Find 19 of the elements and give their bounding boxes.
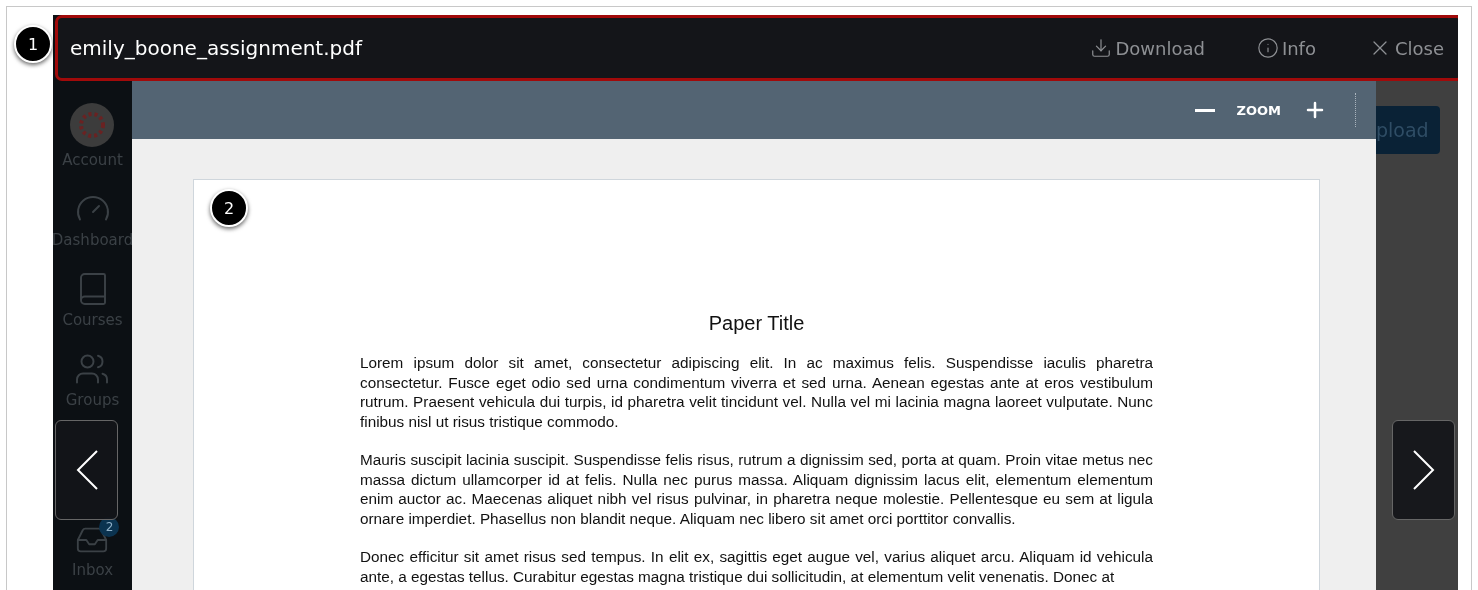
next-button[interactable] bbox=[1392, 420, 1455, 520]
zoom-label: ZOOM bbox=[1236, 102, 1281, 118]
document-paragraph: Lorem ipsum dolor sit amet, consectetur adipiscing elit. In ac maximus felis. Suspendisse iaculis pharetra consectetur. Fusce eget odio sed urna condimentum viverra et sed urna. Aenean egestas ante at eros vestibulum rutrum. Praesent vehicula dui turpis, id pharetra velit tincidunt vel. Nulla vel mi lacinia magna laoreet vulputate. Nunc finibus nisl ut risus tristique commodo. bbox=[360, 353, 1153, 431]
callout-number: 1 bbox=[14, 25, 52, 63]
minus-icon bbox=[1194, 108, 1215, 112]
download-button[interactable]: Download bbox=[1090, 37, 1205, 59]
chevron-right-icon bbox=[1412, 450, 1435, 490]
document-paragraph: Donec efficitur sit amet risus sed tempus. In elit ex, sagittis eget augue vel, varius aliquet arcu. Aliquam id vehicula ante, a egestas tellus. Curabitur egestas magna tristique dui sollicitudin, at elementum velit venenatis. Donec at bbox=[360, 547, 1153, 586]
zoom-out-button[interactable] bbox=[1194, 108, 1215, 112]
download-icon bbox=[1090, 37, 1113, 59]
document-paragraph: Mauris suscipit lacinia suscipit. Suspendisse felis risus, rutrum a dignissim sed, porta at quam. Proin vitae metus nec massa dictum ullamcorper id at felis. Nulla nec purus massa. Aliquam dignissim lacus elit, elementum elementum enim auctor ac. Maecenas aliquet nibh vel risus pulvinar, in pharetra neque molestie. Pellentesque eu sem at ligula ornare imperdiet. Phasellus non blandit neque. Aliquam nec libero sit amet orci porttitor convallis. bbox=[360, 450, 1153, 528]
info-icon bbox=[1256, 37, 1279, 59]
document-title: Paper Title bbox=[707, 312, 806, 335]
close-button[interactable]: Close bbox=[1367, 36, 1444, 60]
previous-button[interactable] bbox=[55, 420, 118, 520]
file-name: emily_boone_assignment.pdf bbox=[70, 36, 364, 60]
chevron-left-icon bbox=[75, 450, 98, 490]
info-button[interactable]: Info bbox=[1256, 37, 1316, 59]
account-icon bbox=[70, 103, 115, 147]
